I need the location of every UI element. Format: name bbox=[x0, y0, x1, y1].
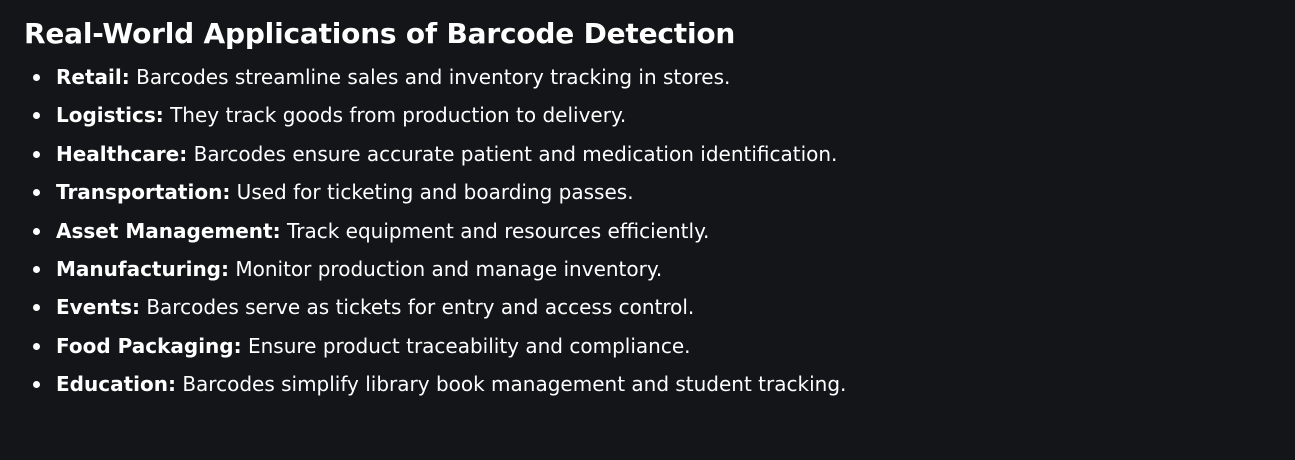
list-item: Education: Barcodes simplify library boo… bbox=[24, 365, 1274, 403]
list-item-text: Track equipment and resources efficientl… bbox=[280, 218, 710, 243]
bullet-icon bbox=[33, 227, 40, 235]
list-item-term: Logistics: bbox=[56, 103, 164, 128]
list-item: Manufacturing: Monitor production and ma… bbox=[24, 250, 1274, 288]
bullet-icon bbox=[33, 381, 40, 389]
list-item: Events: Barcodes serve as tickets for en… bbox=[24, 288, 1274, 326]
list-item-term: Manufacturing: bbox=[56, 257, 229, 282]
list-item: Food Packaging: Ensure product traceabil… bbox=[24, 327, 1274, 365]
bullet-icon bbox=[33, 74, 40, 81]
document-content: Real-World Applications of Barcode Detec… bbox=[24, 14, 1274, 404]
list-item: Retail: Barcodes streamline sales and in… bbox=[24, 58, 1274, 96]
list-item-term: Education: bbox=[56, 372, 176, 397]
bullet-icon bbox=[33, 304, 40, 312]
bullet-icon bbox=[33, 189, 40, 197]
list-item: Transportation: Used for ticketing and b… bbox=[24, 173, 1274, 211]
list-item-term: Transportation: bbox=[56, 180, 231, 205]
list-item-text: Ensure product traceability and complian… bbox=[241, 333, 691, 358]
list-item: Asset Management: Track equipment and re… bbox=[24, 212, 1274, 250]
bullet-icon bbox=[33, 342, 40, 350]
list-item: Logistics: They track goods from product… bbox=[24, 96, 1274, 134]
list-item-term: Food Packaging: bbox=[56, 333, 242, 358]
section-heading: Real-World Applications of Barcode Detec… bbox=[24, 17, 736, 50]
list-item-text: They track goods from production to deli… bbox=[163, 103, 627, 128]
list-item-term: Events: bbox=[56, 295, 140, 320]
list-item-term: Healthcare: bbox=[56, 141, 188, 166]
list-item: Healthcare: Barcodes ensure accurate pat… bbox=[24, 135, 1274, 173]
bullet-icon bbox=[33, 266, 40, 274]
list-item-term: Asset Management: bbox=[56, 218, 281, 243]
bullet-icon bbox=[33, 112, 40, 120]
list-item-text: Barcodes ensure accurate patient and med… bbox=[187, 141, 838, 166]
applications-list: Retail: Barcodes streamline sales and in… bbox=[24, 58, 1274, 404]
list-item-term: Retail: bbox=[56, 65, 130, 89]
list-item-text: Used for ticketing and boarding passes. bbox=[230, 180, 634, 205]
list-item-text: Barcodes streamline sales and inventory … bbox=[129, 65, 731, 89]
list-item-text: Barcodes serve as tickets for entry and … bbox=[139, 295, 695, 320]
list-item-text: Barcodes simplify library book managemen… bbox=[175, 372, 847, 397]
list-item-text: Monitor production and manage inventory. bbox=[229, 257, 663, 282]
bullet-icon bbox=[33, 150, 40, 158]
